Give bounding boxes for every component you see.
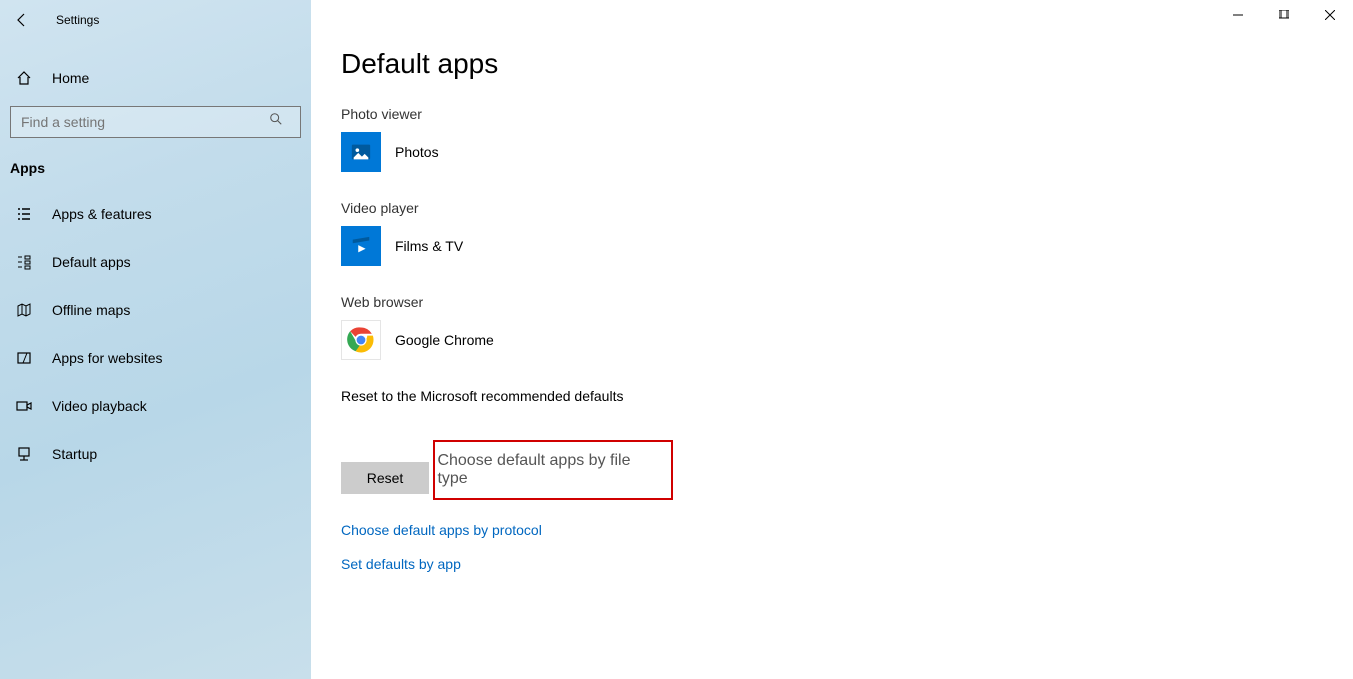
list-icon <box>14 206 34 222</box>
sidebar-item-label: Offline maps <box>52 302 130 318</box>
search-wrap <box>0 98 311 148</box>
sidebar-item-offline-maps[interactable]: Offline maps <box>0 290 311 330</box>
sidebar-item-label: Default apps <box>52 254 131 270</box>
sidebar-item-startup[interactable]: Startup <box>0 434 311 474</box>
section-label-web-browser: Web browser <box>341 294 1323 310</box>
home-button[interactable]: Home <box>0 58 311 98</box>
titlebar: Settings <box>0 4 311 36</box>
back-button[interactable] <box>12 12 32 28</box>
default-apps-icon <box>14 254 34 270</box>
close-button[interactable] <box>1307 0 1353 30</box>
search-icon <box>269 112 283 126</box>
sidebar-item-label: Apps for websites <box>52 350 163 366</box>
app-name: Photos <box>395 144 439 160</box>
section-label-photo-viewer: Photo viewer <box>341 106 1323 122</box>
sidebar-item-label: Video playback <box>52 398 147 414</box>
app-name: Films & TV <box>395 238 463 254</box>
link-choose-by-protocol[interactable]: Choose default apps by protocol <box>341 522 1323 538</box>
category-header: Apps <box>0 148 311 194</box>
link-icon <box>14 350 34 366</box>
default-app-video-player[interactable]: Films & TV <box>341 226 1323 266</box>
app-title: Settings <box>56 13 99 27</box>
home-label: Home <box>52 70 89 86</box>
window-controls <box>1215 0 1353 30</box>
map-icon <box>14 302 34 318</box>
maximize-button[interactable] <box>1261 0 1307 30</box>
home-icon <box>14 70 34 86</box>
search-input[interactable] <box>10 106 301 138</box>
minimize-button[interactable] <box>1215 0 1261 30</box>
page-title: Default apps <box>341 48 1323 80</box>
photos-app-icon <box>341 132 381 172</box>
sidebar-item-label: Apps & features <box>52 206 152 222</box>
video-icon <box>14 398 34 414</box>
chrome-app-icon <box>341 320 381 360</box>
section-label-video-player: Video player <box>341 200 1323 216</box>
films-tv-app-icon <box>341 226 381 266</box>
main-content: Default apps Photo viewer Photos Video p… <box>311 0 1353 679</box>
link-set-defaults-by-app[interactable]: Set defaults by app <box>341 556 1323 572</box>
default-app-photo-viewer[interactable]: Photos <box>341 132 1323 172</box>
sidebar-item-apps-features[interactable]: Apps & features <box>0 194 311 234</box>
sidebar-item-video-playback[interactable]: Video playback <box>0 386 311 426</box>
sidebar-item-label: Startup <box>52 446 97 462</box>
app-name: Google Chrome <box>395 332 494 348</box>
sidebar-item-default-apps[interactable]: Default apps <box>0 242 311 282</box>
startup-icon <box>14 446 34 462</box>
sidebar: Settings Home Apps Apps & features Defau… <box>0 0 311 679</box>
link-choose-by-file-type[interactable]: Choose default apps by file type <box>433 440 673 500</box>
reset-label: Reset to the Microsoft recommended defau… <box>341 388 1323 404</box>
default-app-web-browser[interactable]: Google Chrome <box>341 320 1323 360</box>
reset-button[interactable]: Reset <box>341 462 429 494</box>
sidebar-item-apps-for-websites[interactable]: Apps for websites <box>0 338 311 378</box>
